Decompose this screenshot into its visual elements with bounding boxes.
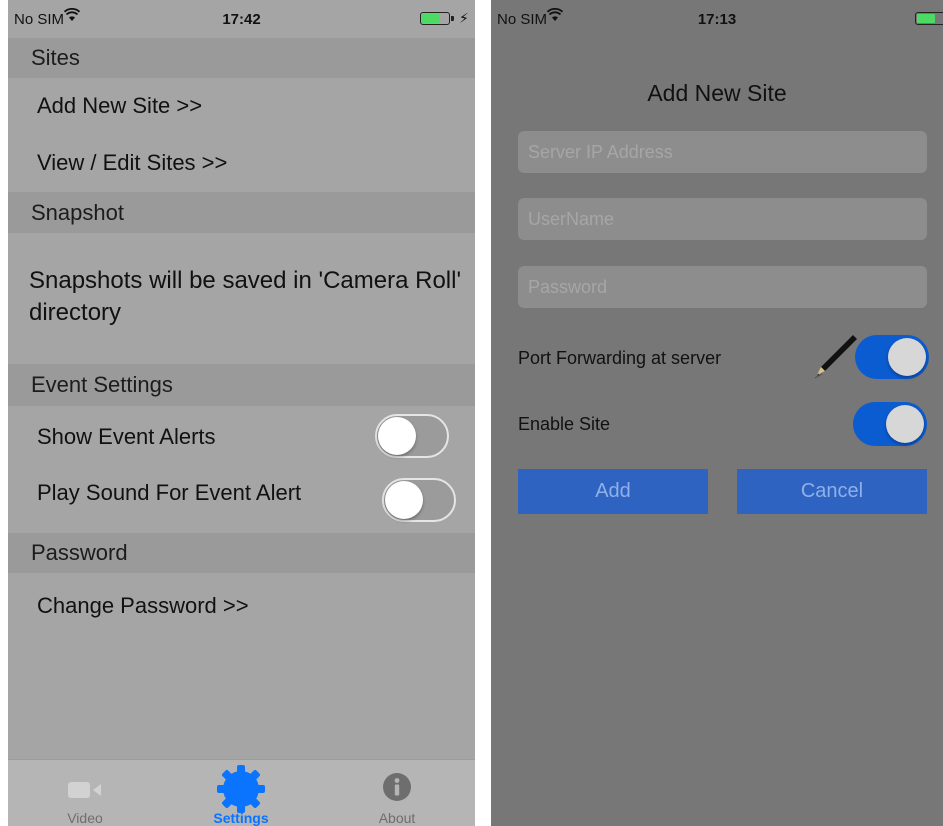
section-header-snapshot: Snapshot	[8, 192, 475, 233]
status-bar: No SIM 17:42 ⚡	[8, 0, 475, 38]
add-site-screen: No SIM 17:13 Add New Site Port Forwardin…	[491, 0, 943, 826]
settings-screen: No SIM 17:42 ⚡ Sites Add New Site >> Vie…	[8, 0, 475, 826]
status-time: 17:42	[222, 11, 261, 28]
battery-icon	[420, 12, 454, 25]
status-bar: No SIM 17:13	[491, 0, 943, 38]
tab-video[interactable]: Video	[25, 760, 145, 826]
show-event-alerts-toggle[interactable]	[375, 414, 449, 458]
password-input[interactable]	[518, 266, 927, 308]
view-edit-sites-link[interactable]: View / Edit Sites >>	[8, 134, 475, 192]
tab-settings[interactable]: Settings	[181, 760, 301, 826]
username-input[interactable]	[518, 198, 927, 240]
enable-site-label: Enable Site	[518, 414, 611, 434]
tab-label-settings: Settings	[213, 810, 269, 826]
port-forwarding-label: Port Forwarding at server	[518, 348, 722, 368]
port-forwarding-toggle[interactable]	[855, 335, 929, 379]
battery-icon	[915, 12, 943, 25]
play-sound-toggle[interactable]	[382, 478, 456, 522]
tab-label-video: Video	[67, 810, 103, 826]
change-password-link[interactable]: Change Password >>	[8, 580, 475, 632]
enable-site-toggle[interactable]	[853, 402, 927, 446]
cancel-button[interactable]: Cancel	[737, 469, 927, 514]
server-ip-input[interactable]	[518, 131, 927, 173]
tab-bar: Video Settings About	[8, 759, 475, 826]
toggle-knob	[385, 481, 423, 519]
pencil-icon	[813, 333, 857, 384]
snapshot-note: Snapshots will be saved in 'Camera Roll'…	[29, 267, 462, 326]
toggle-knob	[888, 338, 926, 376]
tab-about[interactable]: About	[337, 760, 457, 826]
add-button[interactable]: Add	[518, 469, 708, 514]
tab-label-about: About	[378, 810, 416, 826]
add-new-site-link[interactable]: Add New Site >>	[8, 78, 475, 134]
section-header-password: Password	[8, 533, 475, 573]
section-header-event-settings: Event Settings	[8, 364, 475, 406]
toggle-knob	[886, 405, 924, 443]
toggle-knob	[378, 417, 416, 455]
status-time: 17:13	[697, 11, 737, 28]
section-header-sites: Sites	[8, 38, 475, 78]
charging-icon: ⚡	[459, 10, 469, 26]
info-icon	[382, 772, 412, 807]
dialog-title: Add New Site	[647, 80, 787, 106]
video-camera-icon	[67, 780, 103, 805]
